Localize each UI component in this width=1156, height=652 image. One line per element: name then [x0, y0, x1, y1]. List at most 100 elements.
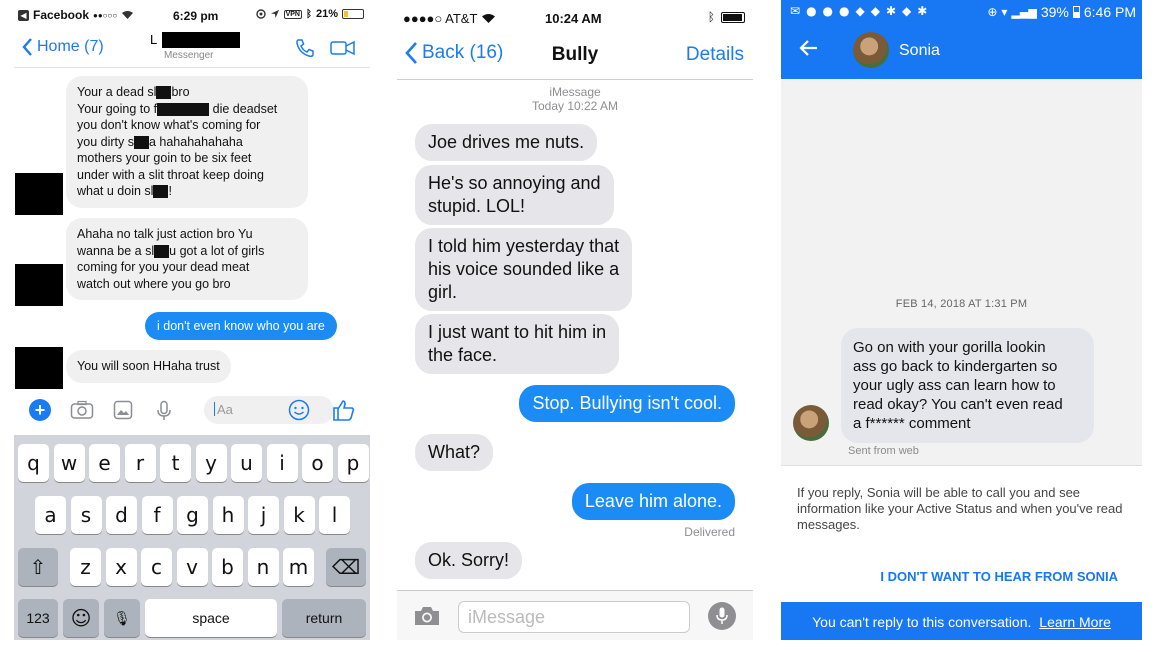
messenger-ios-screenshot: ◀ Facebook ●●○○○ 6:29 pm VPN ᛒ 21% Home …	[14, 0, 370, 640]
message-text: Your a dead sl	[77, 85, 157, 99]
numbers-key[interactable]: 123	[18, 599, 58, 637]
key-r[interactable]: r	[124, 444, 156, 482]
key-h[interactable]: h	[212, 496, 244, 534]
outgoing-message: Stop. Bullying isn't cool.	[519, 385, 735, 422]
message-line: mothers your goin to be six feet	[77, 150, 297, 167]
thread-timestamp: iMessage Today 10:22 AM	[397, 85, 753, 113]
status-bar: ●●●●○ AT&T 10:24 AM ᛒ	[397, 0, 753, 34]
messenger-notification-icon: ✉	[790, 4, 801, 18]
vpn-badge: VPN	[283, 9, 302, 19]
redaction-block: ■	[153, 185, 169, 198]
shift-key[interactable]: ⇧	[18, 548, 58, 586]
key-y[interactable]: y	[195, 444, 227, 482]
message-text: you don't know what's coming for	[77, 118, 261, 132]
video-call-icon[interactable]	[330, 40, 356, 56]
key-k[interactable]: k	[283, 496, 315, 534]
app-notification-icon: ◆	[870, 4, 880, 18]
contact-name[interactable]: Sonia	[899, 42, 940, 60]
message-input[interactable]: Aa	[204, 396, 334, 424]
status-bar: ✉ ● ● ● ◆ ◆ ✱ ◆ ✱ ⊕ ▾ ▂▄▆ 39% 6:46 PM	[781, 0, 1142, 26]
key-p[interactable]: p	[337, 444, 369, 482]
details-button[interactable]: Details	[686, 44, 744, 66]
emoji-icon[interactable]	[288, 399, 310, 421]
composer-bar: + Aa	[14, 390, 370, 430]
notification-icons: ✉ ● ● ● ◆ ◆ ✱ ◆ ✱	[790, 4, 927, 18]
message-text: u got a lot of girls	[169, 243, 265, 258]
location-icon	[255, 9, 266, 19]
thumbs-up-icon[interactable]	[332, 398, 356, 422]
message-text: under with a slit throat keep doing	[77, 167, 264, 182]
key-x[interactable]: x	[105, 548, 137, 586]
emoji-key[interactable]: ☺	[63, 599, 99, 637]
key-z[interactable]: z	[70, 548, 101, 586]
text-caret	[214, 402, 215, 416]
learn-more-link[interactable]: Learn More	[1039, 614, 1111, 630]
delete-key[interactable]: ⌫	[326, 548, 366, 586]
message-text: wanna be a sl	[77, 243, 155, 258]
key-e[interactable]: e	[89, 444, 120, 482]
key-g[interactable]: g	[177, 496, 208, 534]
status-bar: ◀ Facebook ●●○○○ 6:29 pm VPN ᛒ 21%	[14, 0, 370, 30]
sender-avatar	[793, 405, 829, 441]
bluetooth-icon: ᛒ	[707, 10, 715, 24]
key-c[interactable]: c	[141, 548, 172, 586]
key-o[interactable]: o	[302, 444, 333, 482]
key-d[interactable]: d	[106, 496, 137, 534]
key-i[interactable]: i	[266, 444, 298, 482]
ignore-contact-button[interactable]: I DON'T WANT TO HEAR FROM SONIA	[880, 569, 1118, 584]
app-notification-icon: ✱	[885, 4, 897, 18]
key-n[interactable]: n	[247, 548, 279, 586]
timestamp-label: Today 10:22 AM	[531, 99, 619, 113]
outgoing-message: i don't even know who you are	[145, 312, 337, 340]
microphone-button[interactable]	[708, 602, 736, 630]
dictation-key[interactable]: 🎙	[104, 599, 140, 637]
back-arrow-icon[interactable]	[799, 38, 819, 58]
messenger-android-screenshot: ✉ ● ● ● ◆ ◆ ✱ ◆ ✱ ⊕ ▾ ▂▄▆ 39% 6:46 PM So…	[781, 0, 1142, 640]
redaction-block: ■	[154, 244, 170, 258]
redacted-contact-name	[162, 32, 240, 48]
incoming-message: Ok. Sorry!	[415, 542, 523, 579]
key-m[interactable]: m	[283, 548, 314, 586]
space-key[interactable]: space	[145, 599, 277, 637]
return-key[interactable]: return	[282, 599, 366, 637]
key-j[interactable]: j	[248, 496, 279, 534]
reply-notice: If you reply, Sonia will be able to call…	[797, 485, 1123, 532]
key-l[interactable]: l	[319, 496, 350, 534]
key-b[interactable]: b	[212, 548, 243, 586]
key-a[interactable]: a	[35, 496, 66, 534]
cannot-reply-banner: You can't reply to this conversation. Le…	[781, 602, 1142, 640]
message-text: what u doin sl	[77, 184, 154, 198]
message-text: !	[168, 184, 172, 198]
message-line: you dirty s■a hahahahahaha	[77, 134, 297, 151]
message-text: mothers your goin to be six feet	[77, 151, 252, 165]
battery-percent: 21%	[315, 8, 338, 20]
camera-icon[interactable]	[70, 400, 94, 420]
phone-call-icon[interactable]	[294, 38, 316, 58]
key-t[interactable]: t	[160, 444, 191, 482]
message-text: Ahaha no talk just action bro Yu	[77, 227, 253, 241]
key-v[interactable]: v	[176, 548, 208, 586]
key-q[interactable]: q	[18, 444, 49, 482]
message-thread: Your a dead sl■broYour going to f■ die d…	[14, 68, 370, 389]
incoming-message: You will soon HHaha trust	[66, 350, 231, 383]
imessage-screenshot: ●●●●○ AT&T 10:24 AM ᛒ Back (16) Bully De…	[397, 0, 753, 640]
conversation-subtitle: Messenger	[164, 50, 214, 61]
signal-dots: ●●○○○	[93, 10, 118, 20]
message-request-panel: If you reply, Sonia will be able to call…	[781, 465, 1142, 602]
key-u[interactable]: u	[231, 444, 262, 482]
incoming-message: Joe drives me nuts.	[415, 124, 598, 161]
plus-icon[interactable]: +	[29, 399, 51, 421]
camera-icon[interactable]	[413, 605, 441, 627]
key-w[interactable]: w	[53, 444, 85, 482]
photo-icon[interactable]	[113, 400, 133, 420]
contact-name-initial: L	[150, 32, 158, 47]
microphone-icon[interactable]	[156, 400, 172, 422]
message-input-placeholder: Aa	[217, 402, 233, 417]
contact-avatar[interactable]	[853, 32, 889, 68]
status-time: 6:29 pm	[173, 9, 219, 23]
back-button[interactable]: Home (7)	[22, 38, 104, 56]
incoming-message: I just want to hit him in the face.	[415, 314, 620, 374]
key-s[interactable]: s	[70, 496, 102, 534]
imessage-input[interactable]: iMessage	[458, 601, 690, 633]
key-f[interactable]: f	[141, 496, 173, 534]
